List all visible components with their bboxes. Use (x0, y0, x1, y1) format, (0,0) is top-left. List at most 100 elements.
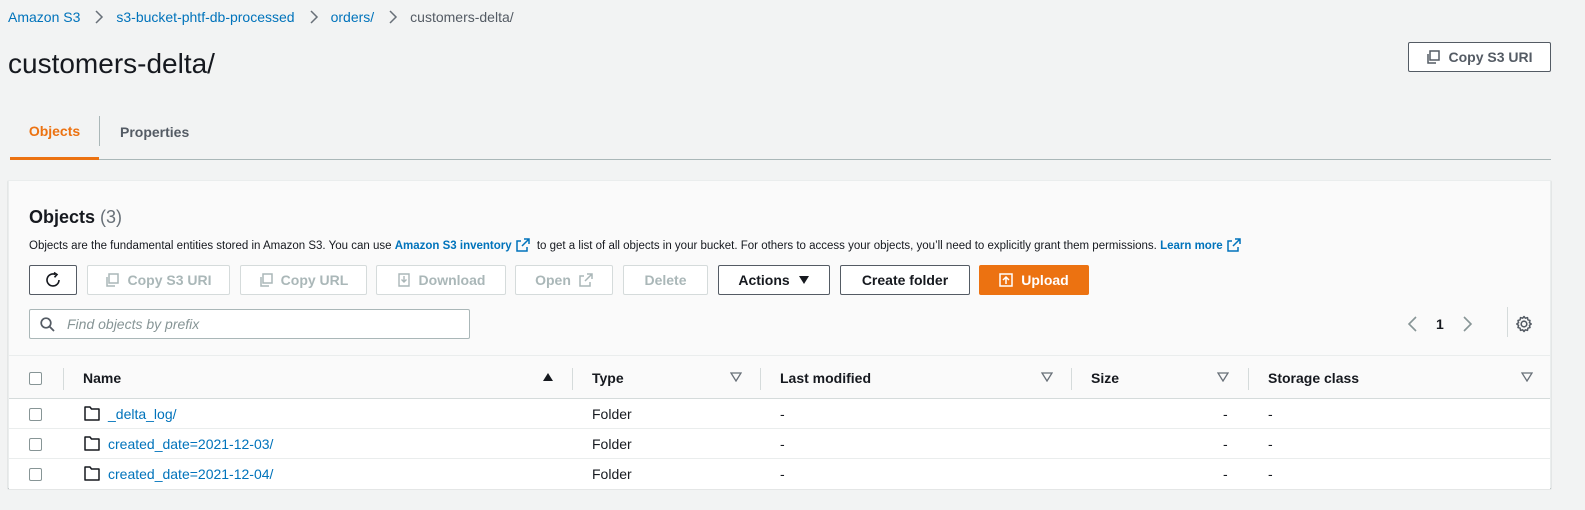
object-name-link[interactable]: _delta_log/ (108, 406, 177, 422)
gear-icon (1516, 315, 1532, 333)
select-all-cell (29, 356, 42, 400)
row-checkbox-cell (29, 459, 42, 489)
row-checkbox-cell (29, 399, 42, 429)
table-row: created_date=2021-12-03/ Folder - - - (9, 429, 1550, 459)
refresh-icon (46, 271, 60, 287)
column-divider (760, 368, 761, 390)
settings-button[interactable] (1511, 311, 1537, 337)
breadcrumb: Amazon S3 s3-bucket-phtf-db-processed or… (8, 9, 514, 25)
column-header-storage-class[interactable]: Storage class (1268, 356, 1359, 400)
sort-ascending-icon[interactable] (542, 372, 554, 382)
copy-url-button[interactable]: Copy URL (240, 265, 367, 295)
delete-button[interactable]: Delete (623, 265, 708, 295)
pagination: 1 (1407, 309, 1473, 339)
upload-icon (999, 273, 1014, 287)
row-checkbox-cell (29, 429, 42, 459)
chevron-left-icon[interactable] (1407, 316, 1419, 332)
select-all-checkbox[interactable] (29, 371, 42, 385)
tab-objects[interactable]: Objects (10, 104, 99, 160)
object-size: - (1223, 406, 1228, 422)
learn-more-link[interactable]: Learn more (1160, 240, 1223, 252)
breadcrumb-bucket[interactable]: s3-bucket-phtf-db-processed (116, 9, 294, 25)
objects-table: Name Type Last modified Size Storage cla… (9, 355, 1550, 489)
upload-label: Upload (1021, 272, 1069, 288)
search-box (29, 309, 470, 339)
sort-icon[interactable] (1521, 372, 1533, 382)
external-link-icon (579, 273, 593, 287)
breadcrumb-amazon-s3[interactable]: Amazon S3 (8, 9, 80, 25)
copy-s3-uri-header-button[interactable]: Copy S3 URI (1408, 42, 1551, 72)
object-size: - (1223, 436, 1228, 452)
search-icon (40, 316, 55, 332)
object-name-link[interactable]: created_date=2021-12-04/ (108, 466, 273, 482)
copy-icon (259, 273, 273, 287)
column-header-name[interactable]: Name (83, 356, 121, 400)
sort-icon[interactable] (730, 372, 742, 382)
page-title: customers-delta/ (8, 48, 215, 79)
actions-label: Actions (738, 272, 790, 288)
pagination-divider (1507, 307, 1508, 337)
chevron-right-icon (382, 9, 404, 25)
objects-count: (3) (100, 207, 123, 227)
delete-label: Delete (644, 272, 687, 288)
object-storage-class: - (1268, 436, 1273, 452)
chevron-right-icon (303, 9, 325, 25)
column-header-last-modified[interactable]: Last modified (780, 356, 871, 400)
objects-panel-header: Objects (3) (29, 207, 122, 228)
object-last-modified: - (780, 466, 785, 482)
column-header-size[interactable]: Size (1091, 356, 1119, 400)
row-checkbox[interactable] (29, 467, 42, 481)
table-body: _delta_log/ Folder - - - created_date=20… (9, 399, 1550, 489)
current-page-number[interactable]: 1 (1436, 316, 1444, 332)
sort-icon[interactable] (1041, 372, 1053, 382)
column-divider (1071, 368, 1072, 390)
copy-s3-uri-button[interactable]: Copy S3 URI (87, 265, 230, 295)
folder-icon (84, 436, 100, 451)
row-checkbox[interactable] (29, 437, 42, 451)
objects-panel: Objects (3) Objects are the fundamental … (8, 180, 1551, 489)
s3-inventory-link[interactable]: Amazon S3 inventory (395, 240, 512, 252)
object-storage-class: - (1268, 466, 1273, 482)
column-divider (63, 368, 64, 390)
caret-down-icon (798, 276, 809, 284)
object-type: Folder (592, 466, 632, 482)
objects-panel-title: Objects (29, 207, 96, 227)
tab-properties[interactable]: Properties (120, 104, 200, 159)
actions-dropdown-button[interactable]: Actions (718, 265, 830, 295)
breadcrumb-current: customers-delta/ (410, 9, 514, 25)
chevron-right-icon[interactable] (1461, 316, 1473, 332)
object-type: Folder (592, 436, 632, 452)
create-folder-label: Create folder (861, 272, 949, 288)
search-input[interactable] (65, 315, 445, 333)
table-row: _delta_log/ Folder - - - (9, 399, 1550, 429)
refresh-button[interactable] (29, 265, 77, 295)
copy-icon (1427, 50, 1441, 64)
copy-s3-uri-header-label: Copy S3 URI (1448, 49, 1533, 65)
table-row: created_date=2021-12-04/ Folder - - - (9, 459, 1550, 489)
chevron-right-icon (88, 9, 110, 25)
tabs: Objects Properties (10, 104, 1551, 160)
object-storage-class: - (1268, 406, 1273, 422)
object-name-link[interactable]: created_date=2021-12-03/ (108, 436, 273, 452)
external-link-icon (515, 238, 530, 252)
column-divider (1248, 368, 1249, 390)
external-link-icon (1226, 238, 1241, 252)
download-button[interactable]: Download (376, 265, 506, 295)
column-header-type[interactable]: Type (592, 356, 624, 400)
object-last-modified: - (780, 406, 785, 422)
breadcrumb-orders[interactable]: orders/ (331, 9, 375, 25)
upload-button[interactable]: Upload (979, 265, 1089, 295)
download-label: Download (418, 272, 486, 288)
description-text-middle: to get a list of all objects in your buc… (536, 240, 1157, 252)
copy-icon (106, 273, 120, 287)
object-size: - (1223, 466, 1228, 482)
tab-divider (99, 116, 100, 146)
download-icon (397, 273, 410, 287)
row-checkbox[interactable] (29, 407, 42, 421)
object-last-modified: - (780, 436, 785, 452)
open-button[interactable]: Open (515, 265, 613, 295)
open-label: Open (535, 272, 571, 288)
create-folder-button[interactable]: Create folder (840, 265, 970, 295)
sort-icon[interactable] (1217, 372, 1229, 382)
copy-s3-uri-label: Copy S3 URI (127, 272, 212, 288)
